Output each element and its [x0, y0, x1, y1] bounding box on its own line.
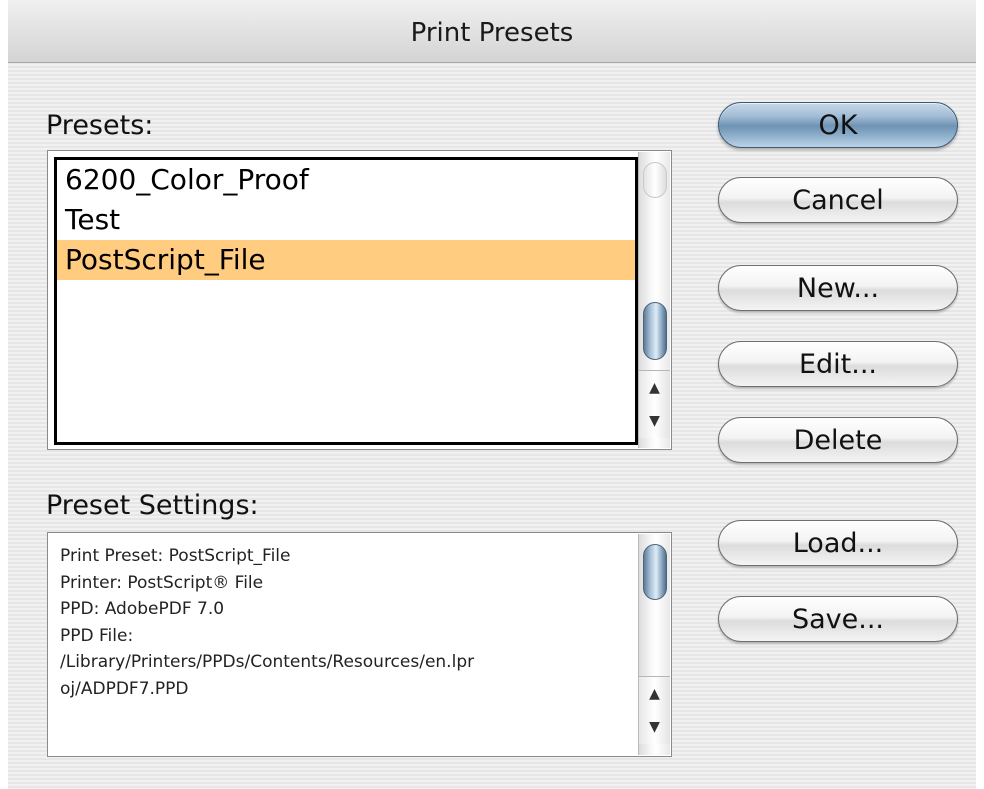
settings-line-printer: Printer: PostScript® File	[60, 572, 264, 593]
load-button[interactable]: Load...	[718, 520, 958, 566]
presets-scroll-down-icon[interactable]: ▼	[639, 404, 670, 438]
scrollbar-track-top	[643, 162, 667, 198]
settings-line-print-preset: Print Preset: PostScript_File	[60, 546, 291, 566]
delete-button[interactable]: Delete	[718, 417, 958, 463]
preset-settings-box[interactable]: Print Preset: PostScript_File Printer: P…	[47, 532, 672, 757]
preset-settings-text: Print Preset: PostScript_File Printer: P…	[60, 543, 640, 702]
presets-list[interactable]: 6200_Color_Proof Test PostScript_File ▲ …	[47, 150, 672, 450]
print-presets-dialog: Print Presets Presets: 6200_Color_Proof …	[8, 0, 976, 789]
presets-scroll-thumb[interactable]	[643, 302, 667, 360]
presets-list-focus-frame: 6200_Color_Proof Test PostScript_File	[54, 157, 638, 445]
ok-button[interactable]: OK	[718, 102, 958, 148]
settings-scroll-thumb[interactable]	[643, 544, 667, 600]
settings-line-ppd-path-cont: oj/ADPDF7.PPD	[60, 678, 189, 699]
title-bar[interactable]: Print Presets	[8, 0, 976, 63]
presets-scroll-up-icon[interactable]: ▲	[639, 370, 670, 404]
settings-line-ppd-path: /Library/Printers/PPDs/Contents/Resource…	[60, 652, 475, 672]
new-button[interactable]: New...	[718, 265, 958, 311]
preset-item-test[interactable]: Test	[57, 200, 635, 240]
settings-scrollbar[interactable]: ▲ ▼	[638, 534, 670, 755]
settings-line-ppd-file-label: PPD File:	[60, 625, 134, 646]
settings-line-ppd: PPD: AdobePDF 7.0	[60, 599, 225, 619]
cancel-button[interactable]: Cancel	[718, 177, 958, 223]
dialog-title: Print Presets	[410, 18, 574, 48]
preset-item-6200-color-proof[interactable]: 6200_Color_Proof	[57, 160, 635, 200]
presets-label: Presets:	[46, 110, 154, 141]
settings-scroll-up-icon[interactable]: ▲	[639, 676, 670, 710]
preset-settings-label: Preset Settings:	[46, 490, 259, 521]
preset-item-postscript-file[interactable]: PostScript_File	[57, 240, 635, 280]
settings-scroll-down-icon[interactable]: ▼	[639, 710, 670, 744]
presets-scrollbar[interactable]: ▲ ▼	[638, 152, 670, 448]
edit-button[interactable]: Edit...	[718, 341, 958, 387]
save-button[interactable]: Save...	[718, 596, 958, 642]
